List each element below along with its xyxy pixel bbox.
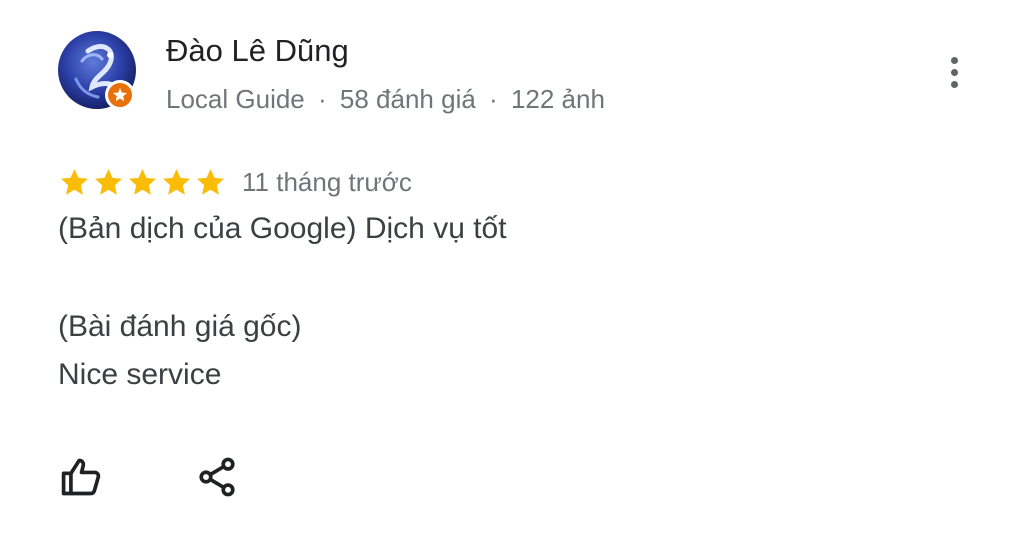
more-vert-icon-dot [950, 80, 958, 88]
star-icon [95, 168, 122, 195]
rating-row: 11 tháng trước [58, 162, 412, 202]
star-rating [58, 166, 227, 199]
star-icon [163, 168, 190, 195]
author-name[interactable]: Đào Lê Dũng [166, 33, 349, 69]
author-meta: Local Guide · 58 đánh giá · 122 ảnh [166, 84, 605, 115]
local-guide-badge-icon [105, 80, 135, 110]
original-review-text: Nice service [58, 358, 222, 391]
meta-separator: · [318, 84, 327, 114]
more-vert-icon [950, 56, 958, 64]
share-icon [199, 457, 235, 497]
translated-review-text: (Bản dịch của Google) Dịch vụ tốt [58, 212, 507, 245]
more-options-button[interactable] [936, 50, 972, 94]
like-button[interactable] [57, 453, 105, 501]
meta-separator: · [489, 84, 498, 114]
star-icon [129, 168, 156, 195]
original-review-label: (Bài đánh giá gốc) [58, 310, 302, 343]
star-icon [197, 168, 224, 195]
review-card: Đào Lê Dũng Local Guide · 58 đánh giá · … [0, 0, 1030, 549]
review-time: 11 tháng trước [242, 166, 412, 197]
share-button[interactable] [193, 453, 241, 501]
star-badge-icon [113, 88, 127, 102]
reviews-count: 58 đánh giá [339, 84, 476, 114]
more-vert-icon-dot [950, 68, 958, 76]
local-guide-label: Local Guide [166, 84, 305, 114]
photos-count: 122 ảnh [510, 84, 605, 114]
thumb-up-icon [61, 458, 101, 496]
star-icon [61, 168, 88, 195]
